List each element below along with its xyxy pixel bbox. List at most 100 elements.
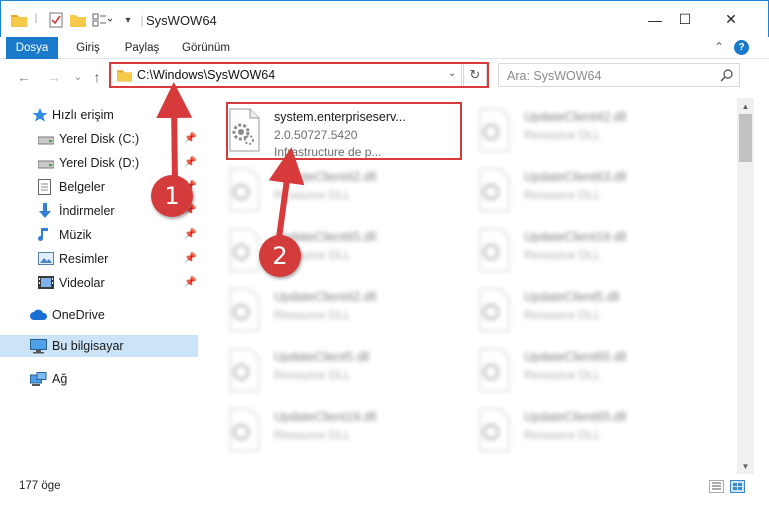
file-item[interactable]: UpdateClient42.dll Resource DLL <box>202 162 442 220</box>
dll-file-icon <box>476 108 512 152</box>
file-item[interactable]: UpdateClient65.dll Resource DLL <box>452 342 692 400</box>
close-button[interactable]: ✕ <box>708 1 754 38</box>
details-view-icon[interactable] <box>709 480 724 493</box>
drive-icon <box>37 158 55 172</box>
title-bar: | ▾ | SysWOW64 — ☐ ✕ <box>0 0 769 37</box>
address-highlight-box <box>109 62 489 88</box>
maximize-button[interactable]: ☐ <box>662 1 708 38</box>
sidebar-item-videos[interactable]: Videolar 📌 <box>0 272 198 294</box>
network-icon <box>30 372 47 386</box>
forward-button[interactable]: → <box>45 68 63 86</box>
file-type: Resource DLL <box>274 308 351 322</box>
dll-file-icon <box>476 288 512 332</box>
separator: | <box>34 12 38 24</box>
file-type: Resource DLL <box>524 188 601 202</box>
drive-icon <box>37 134 55 148</box>
sidebar-item-this-pc[interactable]: Bu bilgisayar <box>0 335 198 357</box>
pictures-icon <box>38 252 54 266</box>
file-item[interactable]: UpdateClient63.dll Resource DLL <box>452 162 692 220</box>
file-name: UpdateClient42.dll <box>274 170 377 184</box>
file-type: Resource DLL <box>274 428 351 442</box>
dll-file-icon <box>476 228 512 272</box>
tab-home[interactable]: Giriş <box>66 37 110 59</box>
file-name: UpdateClient65.dll <box>524 350 627 364</box>
properties-icon[interactable] <box>47 12 65 28</box>
sidebar-item-pictures[interactable]: Resimler 📌 <box>0 248 198 270</box>
dll-file-icon <box>226 408 262 452</box>
scroll-thumb[interactable] <box>739 114 752 162</box>
item-count: 177 öge <box>19 480 61 492</box>
step-2-badge: 2 <box>259 235 301 277</box>
dll-file-icon <box>226 288 262 332</box>
dll-file-icon <box>226 348 262 392</box>
file-type: Resource DLL <box>524 308 601 322</box>
videos-icon <box>38 276 54 290</box>
sidebar-item-quick-access[interactable]: Hızlı erişim <box>0 104 198 126</box>
file-item[interactable]: UpdateClient5.dll Resource DLL <box>452 282 692 340</box>
documents-icon <box>38 179 54 195</box>
sidebar-item-music[interactable]: Müzik 📌 <box>0 224 198 246</box>
pin-icon[interactable]: 📌 <box>184 133 196 144</box>
sidebar-item-local-disk-d[interactable]: Yerel Disk (D:) 📌 <box>0 152 198 174</box>
view-menu-icon[interactable] <box>91 12 113 28</box>
help-icon[interactable]: ? <box>734 40 749 55</box>
ribbon-collapse-icon[interactable]: ⌃ <box>714 40 724 54</box>
search-input[interactable]: Ara: SysWOW64 <box>498 63 740 87</box>
file-item[interactable]: UpdateClient42.dll Resource DLL <box>452 102 692 160</box>
pin-icon[interactable]: 📌 <box>184 277 196 288</box>
file-name: UpdateClient19.dll <box>274 410 377 424</box>
new-folder-icon[interactable] <box>69 12 87 28</box>
step-1-badge: 1 <box>151 175 193 217</box>
dll-file-icon <box>476 168 512 212</box>
file-type: Resource DLL <box>274 368 351 382</box>
sidebar-item-local-disk-c[interactable]: Yerel Disk (C:) 📌 <box>0 128 198 150</box>
scroll-up-icon[interactable]: ▲ <box>737 98 754 114</box>
window-bottom-edge <box>0 500 769 516</box>
search-placeholder: Ara: SysWOW64 <box>507 69 602 83</box>
file-item[interactable]: UpdateClient65.dll Resource DLL <box>452 402 692 460</box>
tab-share[interactable]: Paylaş <box>118 37 166 59</box>
file-item[interactable]: UpdateClient19.dll Resource DLL <box>202 402 442 460</box>
file-item[interactable]: UpdateClient65.dll Resource DLL <box>202 222 442 280</box>
navigation-pane: Hızlı erişim Yerel Disk (C:) 📌 Yerel Dis… <box>0 98 202 474</box>
recent-locations-button[interactable]: ⌄ <box>69 68 87 86</box>
file-type: Resource DLL <box>524 128 601 142</box>
cloud-icon <box>30 309 48 323</box>
star-icon <box>32 108 48 122</box>
file-item[interactable]: UpdateClient19.dll Resource DLL <box>452 222 692 280</box>
file-name: UpdateClient19.dll <box>524 230 627 244</box>
ribbon: Dosya Giriş Paylaş Görünüm ⌃ ? <box>0 37 769 59</box>
file-item[interactable]: UpdateClient5.dll Resource DLL <box>202 342 442 400</box>
computer-icon <box>30 339 47 354</box>
downloads-icon <box>38 203 54 218</box>
vertical-scrollbar[interactable]: ▲ ▼ <box>737 98 754 474</box>
file-type: Resource DLL <box>524 428 601 442</box>
file-name: UpdateClient65.dll <box>524 410 627 424</box>
up-button[interactable]: ↑ <box>88 68 106 86</box>
tab-file[interactable]: Dosya <box>6 37 58 59</box>
tab-view[interactable]: Görünüm <box>174 37 238 59</box>
file-name: UpdateClient63.dll <box>524 170 627 184</box>
status-bar: 177 öge <box>0 474 769 500</box>
pin-icon[interactable]: 📌 <box>184 253 196 264</box>
sidebar-item-onedrive[interactable]: OneDrive <box>0 304 198 326</box>
file-type: Resource DLL <box>524 368 601 382</box>
dll-file-icon <box>226 168 262 212</box>
sidebar-item-network[interactable]: Ağ <box>0 368 198 390</box>
pin-icon[interactable]: 📌 <box>184 229 196 240</box>
dll-file-icon <box>476 408 512 452</box>
back-button[interactable]: ← <box>15 68 33 86</box>
tiles-view-icon[interactable] <box>730 480 745 493</box>
file-item[interactable]: UpdateClient42.dll Resource DLL <box>202 282 442 340</box>
file-highlight-box <box>226 102 462 160</box>
search-icon[interactable] <box>720 68 734 85</box>
window-title: SysWOW64 <box>146 13 217 28</box>
file-name: UpdateClient42.dll <box>274 290 377 304</box>
file-type: Resource DLL <box>524 248 601 262</box>
dll-file-icon <box>226 228 262 272</box>
file-type: Resource DLL <box>274 188 351 202</box>
scroll-down-icon[interactable]: ▼ <box>737 458 754 474</box>
pin-icon[interactable]: 📌 <box>184 157 196 168</box>
music-icon <box>38 227 54 242</box>
folder-icon <box>10 12 28 28</box>
